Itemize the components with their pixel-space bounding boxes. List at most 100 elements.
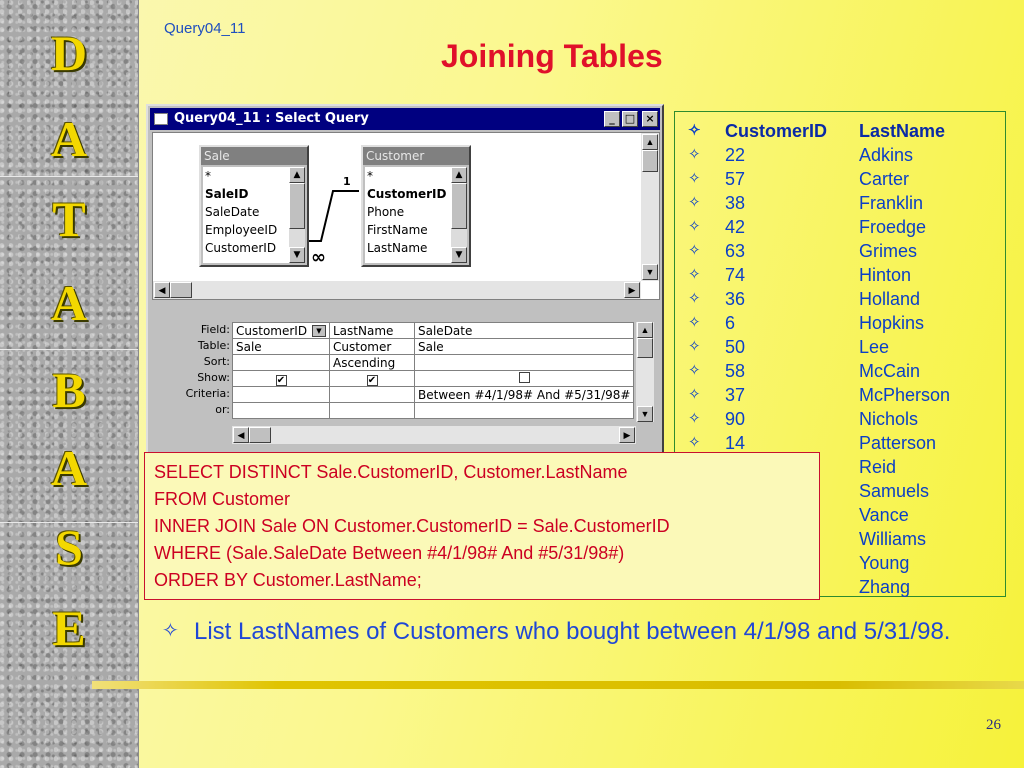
grid-cell-sort[interactable] [232,354,330,371]
scroll-up-icon[interactable]: ▲ [637,322,653,338]
scroll-up-icon[interactable]: ▲ [642,134,658,150]
scroll-thumb[interactable] [637,338,653,358]
grid-cell-table[interactable]: Sale [232,338,330,355]
grid-cell-show: ✔ [232,370,330,387]
result-customerid: 36 [725,289,746,309]
maximize-button[interactable]: □ [622,111,638,127]
pane-splitter[interactable] [152,300,660,308]
result-lastname: Adkins [859,145,914,165]
show-checkbox[interactable]: ✔ [275,374,287,386]
scroll-up-icon[interactable]: ▲ [289,167,305,183]
result-lastname: Samuels [859,481,930,501]
grid-cell-criteria[interactable]: Between #4/1/98# And #5/31/98# [413,386,635,403]
result-lastname: Lee [859,337,890,357]
result-customerid: 42 [725,217,746,237]
bullet-icon: ✧ [688,170,701,187]
grid-vscrollbar[interactable]: ▲ ▼ [636,322,654,422]
scroll-right-icon[interactable]: ▶ [624,282,640,298]
result-customerid: 58 [725,361,746,381]
field-item[interactable]: LastName [365,239,451,257]
scroll-down-icon[interactable]: ▼ [637,406,653,422]
grid-cell-or[interactable] [329,402,415,419]
minimize-button[interactable]: _ [604,111,620,127]
result-lastname: Williams [859,529,926,549]
grid-cell-field[interactable]: LastName [329,322,415,339]
result-lastname: Carter [859,169,910,189]
grid-cell-sort[interactable]: Ascending [329,354,415,371]
table-customer-title: Customer [363,147,469,165]
field-item-key[interactable]: SaleID [203,185,289,203]
scroll-thumb[interactable] [451,183,467,229]
design-grid-pane: Field: Table: Sort: Show: Criteria: or: … [152,308,660,450]
bullet-icon: ✧ [688,194,701,211]
scroll-left-icon[interactable]: ◀ [233,427,249,443]
table-customer[interactable]: Customer * CustomerID Phone FirstName La… [361,145,471,267]
grid-cell-criteria[interactable] [232,386,330,403]
bullet-icon: ✧ [688,386,701,403]
scroll-right-icon[interactable]: ▶ [619,427,635,443]
close-button[interactable]: × [642,111,658,127]
header-customerid: CustomerID [725,121,828,141]
scroll-thumb[interactable] [170,282,192,298]
field-item[interactable]: Phone [365,203,451,221]
grid-cell-or[interactable] [232,402,330,419]
table-sale-scrollbar[interactable]: ▲ ▼ [289,167,305,263]
grid-cell-or[interactable] [413,402,635,419]
result-row: ✧ 50 Lee [675,335,1005,359]
grid-cell-sort[interactable] [413,354,635,371]
scroll-thumb[interactable] [642,150,658,172]
show-checkbox[interactable] [518,371,530,383]
bullet-icon: ✧ [688,290,701,307]
dropdown-arrow-icon[interactable]: ▼ [312,324,326,337]
grid-hscrollbar[interactable]: ◀ ▶ [232,426,636,444]
scroll-down-icon[interactable]: ▼ [451,247,467,263]
bullet-icon: ✧ [688,338,701,355]
field-item[interactable]: * [203,167,289,185]
result-customerid: 22 [725,145,746,165]
sql-line: FROM Customer [154,489,291,509]
grid-cell-table[interactable]: Customer [329,338,415,355]
table-sale[interactable]: Sale * SaleID SaleDate EmployeeID Custom… [199,145,309,267]
field-item[interactable]: EmployeeID [203,221,289,239]
sidebar-divider [0,176,138,177]
table-sale-title: Sale [201,147,307,165]
scroll-thumb[interactable] [249,427,271,443]
window-titlebar[interactable]: Query04_11 : Select Query _ □ × [150,108,660,130]
upper-pane-vscrollbar[interactable]: ▲ ▼ [641,133,659,281]
result-lastname: Young [859,553,910,573]
window-title: Query04_11 : Select Query [174,111,369,126]
table-sale-fields: * SaleID SaleDate EmployeeID CustomerID [203,167,289,263]
query-design-grid: CustomerID ▼ LastName SaleDate Sale Custo… [232,322,635,419]
result-lastname: McPherson [859,385,951,405]
result-row: ✧ 36 Holland [675,287,1005,311]
bullet-icon: ✧ [162,620,179,642]
field-item[interactable]: SaleDate [203,203,289,221]
result-lastname: Vance [859,505,909,525]
scroll-down-icon[interactable]: ▼ [289,247,305,263]
scroll-thumb[interactable] [289,183,305,229]
query-reference: Query04_11 [164,20,246,37]
sidebar-letter: B [52,362,86,418]
slide-title: Joining Tables [441,38,663,74]
table-pane: Sale * SaleID SaleDate EmployeeID Custom… [152,132,660,300]
grid-cell-field[interactable]: SaleDate [413,322,635,339]
grid-cell-criteria[interactable] [329,386,415,403]
scroll-left-icon[interactable]: ◀ [154,282,170,298]
field-item[interactable]: CustomerID [203,239,289,257]
scroll-down-icon[interactable]: ▼ [642,264,658,280]
upper-pane-hscrollbar[interactable]: ◀ ▶ [153,281,641,299]
grid-cell-table[interactable]: Sale [413,338,635,355]
table-customer-scrollbar[interactable]: ▲ ▼ [451,167,467,263]
field-item[interactable]: * [365,167,451,185]
grid-cell-field[interactable]: CustomerID ▼ [232,322,330,339]
show-checkbox[interactable]: ✔ [366,374,378,386]
result-row: ✧ 22 Adkins [675,143,1005,167]
grid-cell-show: ✔ [329,370,415,387]
sidebar-letter: A [50,111,88,167]
sql-statement-box: SELECT DISTINCT Sale.CustomerID, Custome… [144,452,820,600]
bullet-icon: ✧ [688,266,701,283]
field-item-key[interactable]: CustomerID [365,185,451,203]
scroll-up-icon[interactable]: ▲ [451,167,467,183]
field-item[interactable]: FirstName [365,221,451,239]
sql-line: SELECT DISTINCT Sale.CustomerID, Custome… [154,462,628,482]
